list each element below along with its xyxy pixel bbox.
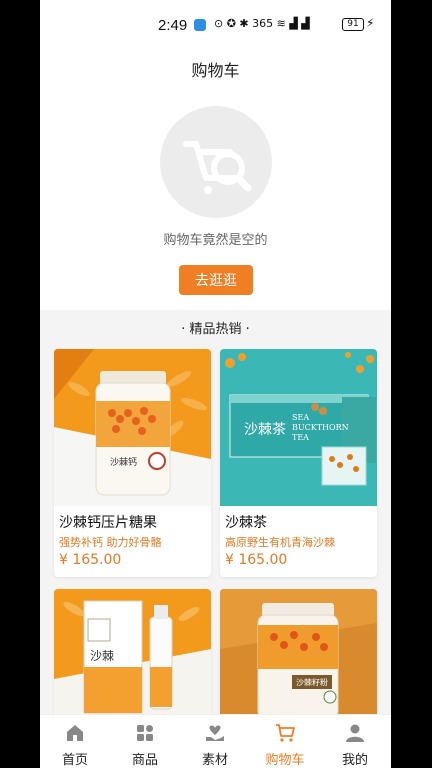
page-title: 购物车 xyxy=(191,61,240,80)
product-bottle-label: 沙棘钙 xyxy=(110,458,138,468)
go-shopping-button[interactable]: 去逛逛 xyxy=(179,265,253,295)
tab-cart[interactable]: 购物车 xyxy=(250,715,320,768)
heart-hand-icon xyxy=(205,723,225,743)
tab-materials[interactable]: 素材 xyxy=(180,715,250,768)
bottom-tab-bar: 首页 商品 素材 购物车 我的 xyxy=(40,714,391,768)
product-price: ¥ 165.00 xyxy=(225,552,288,568)
product-card[interactable]: 沙棘籽粉 xyxy=(220,589,377,729)
tab-label: 首页 xyxy=(61,753,88,768)
product-image: 沙棘 xyxy=(54,589,211,729)
tab-mine[interactable]: 我的 xyxy=(320,715,390,768)
cart-search-icon xyxy=(160,106,272,218)
empty-cart-message: 购物车竟然是空的 xyxy=(163,233,268,248)
product-name: 沙棘钙压片糖果 xyxy=(59,515,157,531)
product-bottle-label: 沙棘籽粉 xyxy=(296,678,328,687)
tab-label: 商品 xyxy=(131,753,158,768)
product-description: 高原野生有机青海沙棘 xyxy=(225,536,335,549)
product-image: 沙棘钙 xyxy=(54,349,211,506)
tab-label: 素材 xyxy=(201,753,228,768)
home-icon xyxy=(65,723,85,743)
notification-icon xyxy=(194,19,206,31)
tab-label: 购物车 xyxy=(265,753,305,768)
product-price: ¥ 165.00 xyxy=(59,552,122,568)
status-indicators: ⊙ ✪ ✱ 365 ≋ ▟ ▟ xyxy=(214,17,310,30)
product-description: 强势补钙 助力好骨骼 xyxy=(59,536,162,549)
product-card[interactable]: 沙棘 xyxy=(54,589,211,729)
product-image: 沙棘茶 SEA BUCKTHORN TEA xyxy=(220,349,377,506)
app-screen: 2:49 ⊙ ✪ ✱ 365 ≋ ▟ ▟ 91 ⚡ 购物车 购物车竟然是空的 去… xyxy=(40,0,391,768)
user-icon xyxy=(345,723,365,743)
product-box-english: SEA BUCKTHORN TEA xyxy=(292,413,349,442)
empty-cart-panel: 购物车竟然是空的 去逛逛 xyxy=(40,88,391,310)
product-card[interactable]: 沙棘茶 SEA BUCKTHORN TEA 沙棘茶 高原野生有机青海沙棘 ¥ 1… xyxy=(220,349,377,577)
tab-label: 我的 xyxy=(341,753,368,768)
grid-icon xyxy=(135,723,155,743)
page-header: 购物车 xyxy=(40,48,391,88)
product-card[interactable]: 沙棘钙 沙棘钙压片糖果 强势补钙 助力好骨骼 ¥ 165.00 xyxy=(54,349,211,577)
charging-icon: ⚡ xyxy=(366,16,375,30)
battery-icon: 91 xyxy=(342,18,364,31)
tab-products[interactable]: 商品 xyxy=(110,715,180,768)
status-bar: 2:49 ⊙ ✪ ✱ 365 ≋ ▟ ▟ 91 ⚡ xyxy=(40,0,391,48)
product-box-label: 沙棘茶 xyxy=(244,422,286,438)
product-image: 沙棘籽粉 xyxy=(220,589,377,729)
section-title: · 精品热销 · xyxy=(181,322,250,337)
cart-icon xyxy=(275,723,295,743)
tab-home[interactable]: 首页 xyxy=(40,715,110,768)
product-box-label: 沙棘 xyxy=(90,649,115,663)
product-name: 沙棘茶 xyxy=(225,515,267,531)
status-time: 2:49 xyxy=(158,17,188,34)
